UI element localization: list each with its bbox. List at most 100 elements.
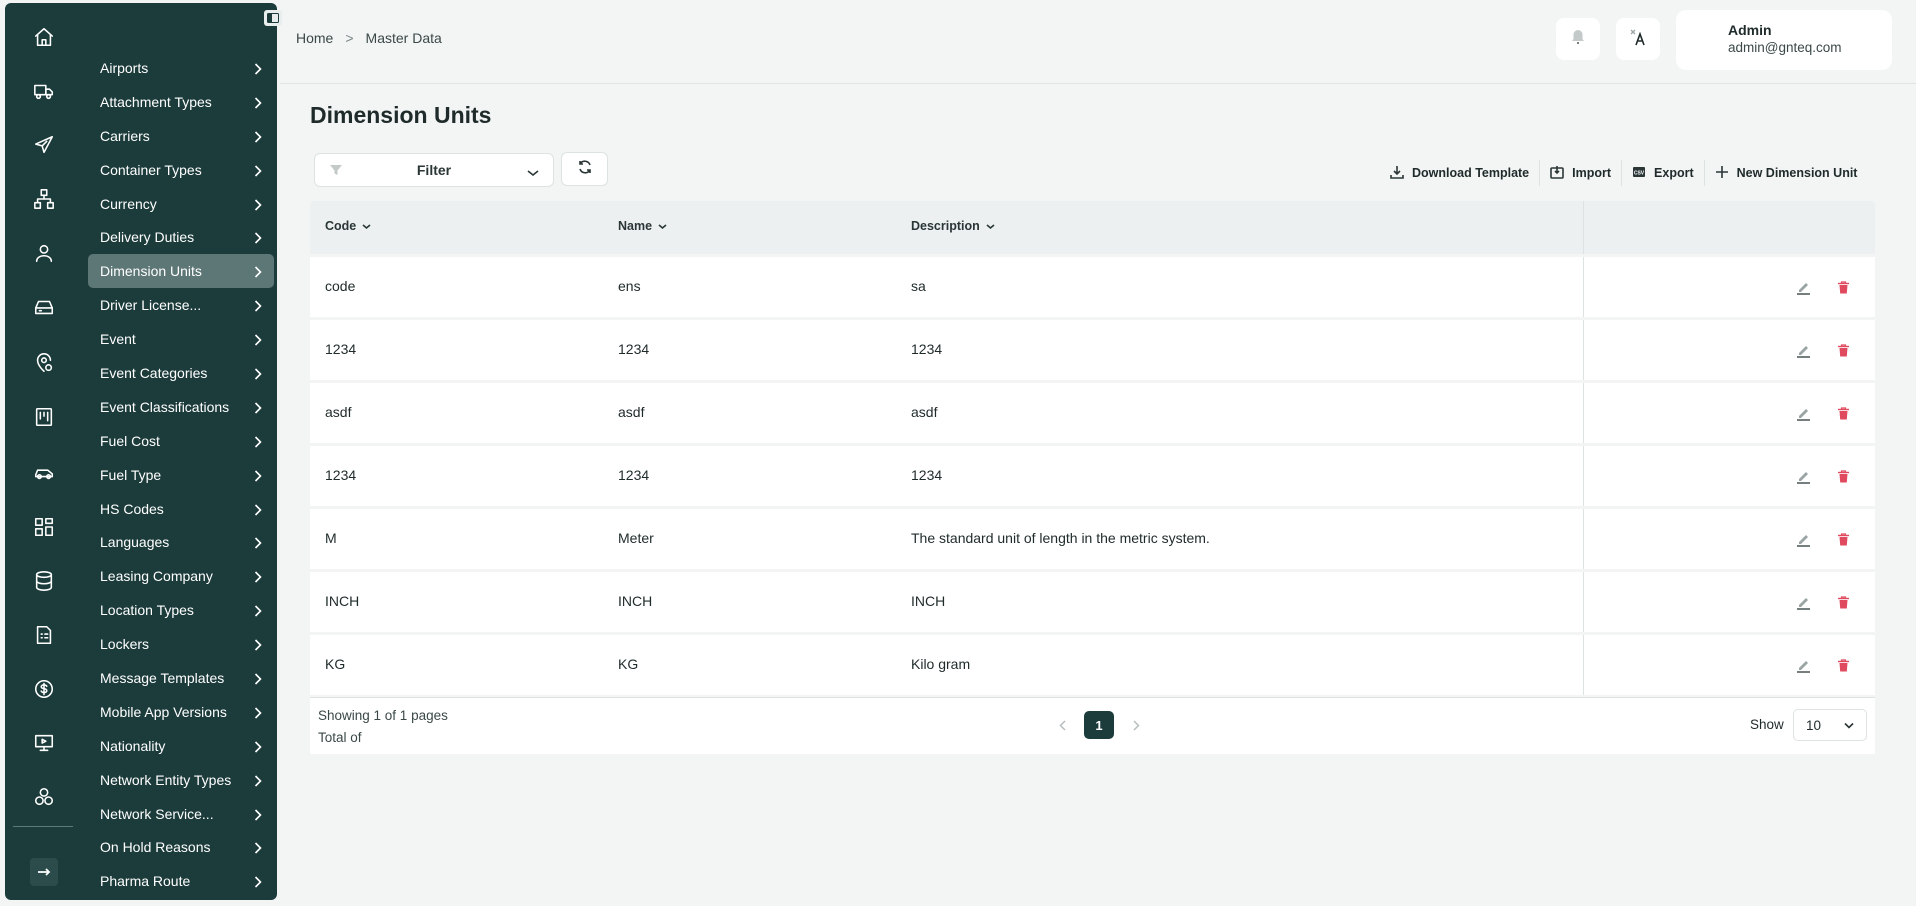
breadcrumb: Home > Master Data [296, 30, 442, 46]
board-icon[interactable] [30, 403, 58, 431]
sidebar-item[interactable]: Attachment Types [88, 85, 274, 119]
edit-icon[interactable] [1794, 593, 1812, 611]
column-header-code[interactable]: Code [325, 219, 371, 233]
table-row: M Meter The standard unit of length in the… [310, 509, 1875, 569]
sidebar-item[interactable]: Leasing Company [88, 559, 274, 593]
plane-icon[interactable] [30, 131, 58, 159]
sidebar-item[interactable]: Languages [88, 525, 274, 559]
sidebar-item-label: Currency [100, 195, 157, 212]
new-dimension-unit-button[interactable]: New Dimension Unit [1705, 160, 1868, 186]
dollar-icon[interactable] [30, 675, 58, 703]
import-icon [1550, 165, 1564, 182]
sidebar-item[interactable]: Fuel Type [88, 458, 274, 492]
grid-icon[interactable] [30, 513, 58, 541]
delete-icon[interactable] [1834, 278, 1852, 296]
chevron-right-icon[interactable] [1130, 719, 1142, 731]
download-template-button[interactable]: Download Template [1380, 160, 1541, 186]
column-header-name[interactable]: Name [618, 219, 667, 233]
cell-description: Kilo gram [911, 656, 971, 672]
delete-icon[interactable] [1834, 467, 1852, 485]
user-profile[interactable]: Admin admin@gnteq.com [1676, 10, 1892, 70]
column-header-label: Code [325, 219, 357, 233]
chevron-right-icon [254, 333, 262, 346]
svg-text:CSV: CSV [1634, 170, 1645, 176]
table-row: asdf asdf asdf [310, 383, 1875, 443]
table-header: Code Name Description [310, 201, 1875, 254]
sidebar-item[interactable]: Event Classifications [88, 390, 274, 424]
chevron-right-icon [254, 638, 262, 651]
sidebar-item[interactable]: Network Entity Types [88, 763, 274, 797]
sidebar-item[interactable]: Delivery Duties [88, 220, 274, 254]
home-icon[interactable] [30, 23, 58, 51]
breadcrumb-home[interactable]: Home [296, 30, 333, 46]
filter-label: Filter [416, 162, 452, 178]
edit-icon[interactable] [1794, 656, 1812, 674]
export-button[interactable]: CSV Export [1622, 160, 1705, 186]
location-icon[interactable] [30, 349, 58, 377]
shapes-icon[interactable] [30, 783, 58, 811]
notifications-button[interactable] [1556, 18, 1600, 60]
column-header-description[interactable]: Description [911, 219, 995, 233]
chevron-right-icon [254, 198, 262, 211]
document-icon[interactable] [30, 621, 58, 649]
sidebar-item[interactable]: Container Types [88, 153, 274, 187]
page-button-current[interactable]: 1 [1084, 711, 1114, 739]
sidebar-item[interactable]: Currency [88, 187, 274, 221]
delete-icon[interactable] [1834, 530, 1852, 548]
delete-icon[interactable] [1834, 404, 1852, 422]
network-icon[interactable] [30, 185, 58, 213]
logout-icon[interactable] [30, 858, 58, 886]
drive-icon[interactable] [30, 293, 58, 321]
sidebar-item[interactable]: Airports [88, 51, 274, 85]
chevron-left-icon[interactable] [1056, 719, 1068, 731]
truck-icon[interactable] [30, 77, 58, 105]
chevron-right-icon [254, 164, 262, 177]
sidebar: Airports Attachment Types Carriers Containe… [5, 3, 277, 900]
database-icon[interactable] [30, 567, 58, 595]
cell-code: M [325, 530, 337, 546]
sidebar-item[interactable]: Message Templates [88, 661, 274, 695]
delete-icon[interactable] [1834, 593, 1852, 611]
sidebar-item[interactable]: Fuel Cost [88, 424, 274, 458]
sidebar-item[interactable]: HS Codes [88, 492, 274, 526]
sidebar-item-label: Airports [100, 59, 149, 76]
sidebar-item[interactable]: Network Service... [88, 797, 274, 831]
sidebar-item[interactable]: Location Types [88, 593, 274, 627]
user-icon[interactable] [30, 239, 58, 267]
sidebar-item[interactable]: Mobile App Versions [88, 695, 274, 729]
delete-icon[interactable] [1834, 341, 1852, 359]
edit-icon[interactable] [1794, 530, 1812, 548]
cell-code: asdf [325, 404, 352, 420]
sidebar-item[interactable]: Carriers [88, 119, 274, 153]
import-button[interactable]: Import [1540, 160, 1623, 186]
edit-icon[interactable] [1794, 341, 1812, 359]
sidebar-item[interactable]: Nationality [88, 729, 274, 763]
column-header-label: Description [911, 219, 980, 233]
sidebar-collapse-icon[interactable] [264, 10, 282, 26]
sidebar-item[interactable]: Event [88, 322, 274, 356]
edit-icon[interactable] [1794, 467, 1812, 485]
refresh-button[interactable] [561, 152, 608, 186]
table-body: code ens sa 1234 1234 1234 asdf asdf asdf 1234 123… [310, 257, 1875, 695]
sidebar-item[interactable]: Pharma Route [88, 864, 274, 898]
sidebar-item[interactable]: Lockers [88, 627, 274, 661]
chevron-right-icon [254, 841, 262, 854]
car-icon[interactable] [30, 458, 58, 486]
sidebar-item-label: Delivery Duties [100, 229, 195, 246]
download-template-label: Download Template [1412, 166, 1530, 180]
sidebar-item[interactable]: On Hold Reasons [88, 830, 274, 864]
edit-icon[interactable] [1794, 278, 1812, 296]
sidebar-item-label: Location Types [100, 602, 194, 619]
download-icon [1390, 165, 1404, 182]
sidebar-item[interactable]: Driver License... [88, 288, 274, 322]
table-row: KG KG Kilo gram [310, 635, 1875, 695]
edit-icon[interactable] [1794, 404, 1812, 422]
page-size-select[interactable]: 10 [1793, 709, 1867, 741]
filter-dropdown[interactable]: Filter [314, 153, 554, 187]
breadcrumb-current: Master Data [365, 30, 442, 46]
delete-icon[interactable] [1834, 656, 1852, 674]
presentation-icon[interactable] [30, 729, 58, 757]
sidebar-item[interactable]: Event Categories [88, 356, 274, 390]
sidebar-item[interactable]: Dimension Units [88, 254, 274, 289]
language-button[interactable] [1616, 18, 1660, 60]
